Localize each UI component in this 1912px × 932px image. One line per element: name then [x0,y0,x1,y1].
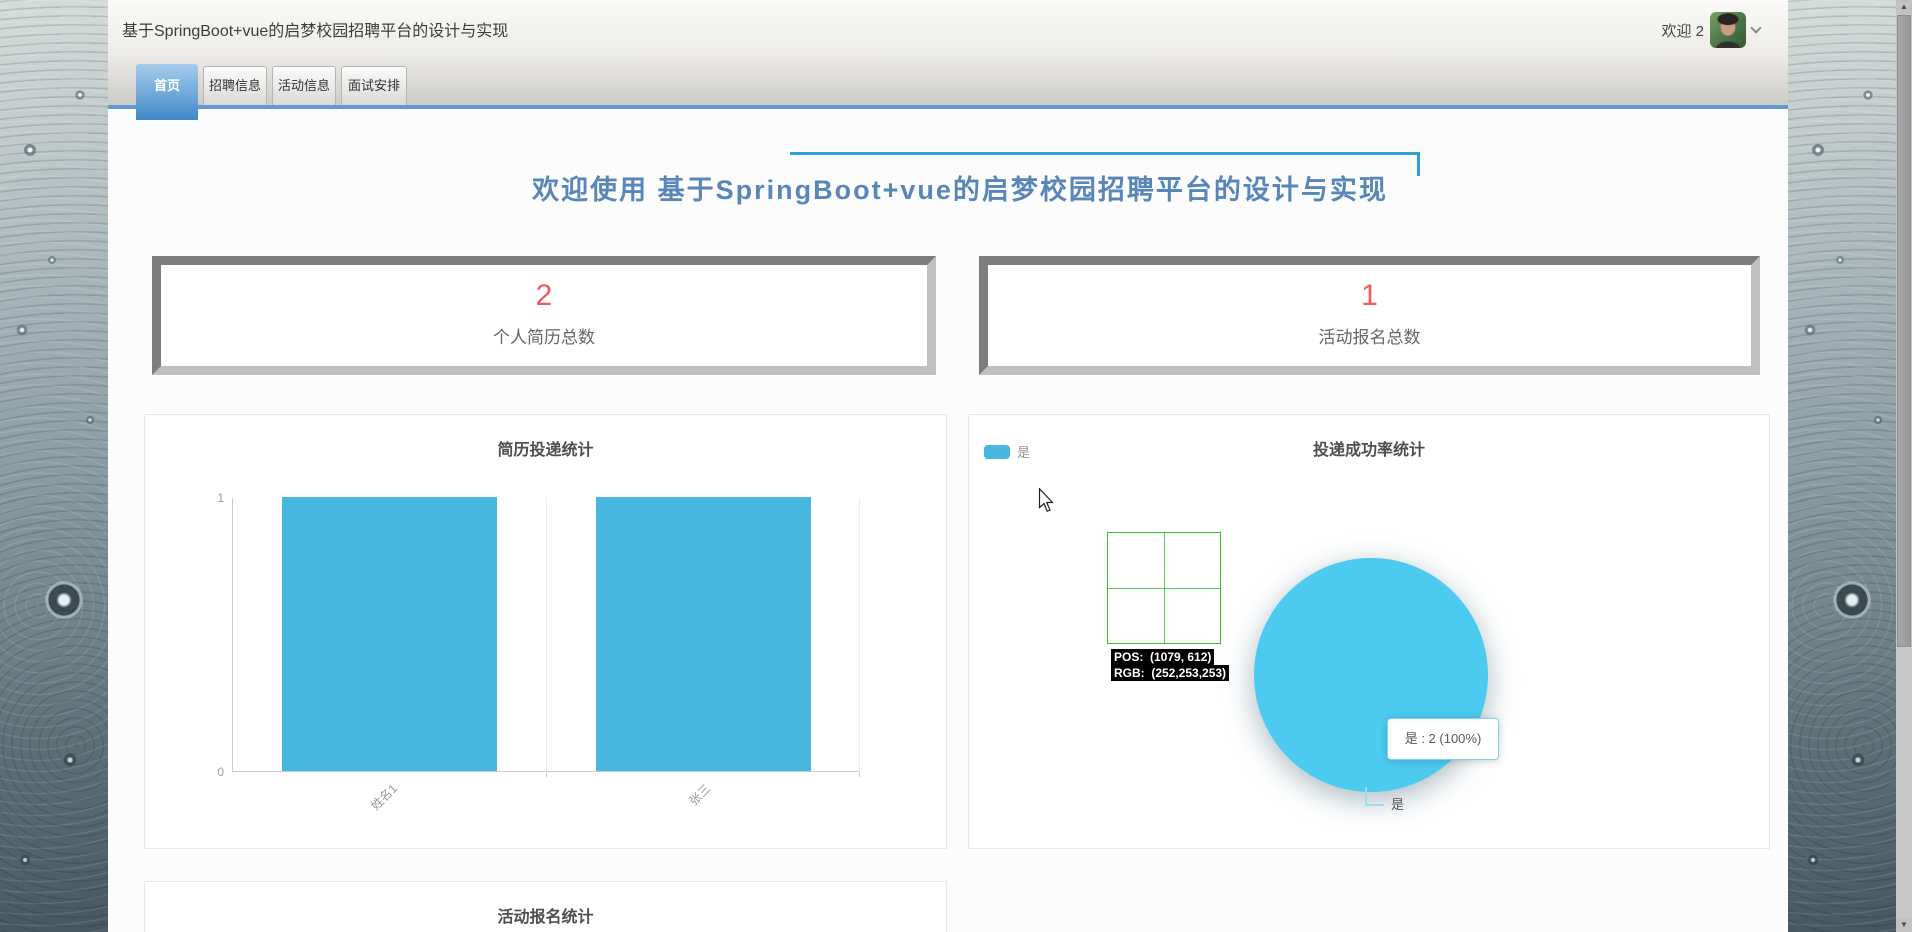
welcome-user-text: 欢迎 2 [1661,22,1704,40]
tab-home[interactable]: 首页 [136,64,198,120]
stat-card-resumes: 2 个人简历总数 [152,256,936,375]
chart-tooltip: 是 : 2 (100%) [1387,718,1499,760]
bar[interactable] [282,497,498,771]
tab-bar: 首页 招聘信息 活动信息 面试安排 [108,56,1788,120]
heading-decoration-line [790,152,1420,155]
x-axis-tick [545,772,547,777]
picker-pos-text: POS: (1079, 612) [1111,649,1215,665]
bar[interactable] [595,497,811,771]
color-picker-magnifier [1107,532,1221,644]
delivery-success-chart-panel: 是 投递成功率统计 是 是 : 2 (100%) [968,414,1770,849]
scrollbar-thumb[interactable] [1897,15,1911,647]
page-header: 基于SpringBoot+vue的启梦校园招聘平台的设计与实现 欢迎 2 [108,0,1788,56]
resume-delivery-chart-panel: 简历投递统计 1 0 姓名1 张三 [144,414,947,849]
pie-label-connector [1365,804,1384,806]
y-axis-tick: 1 [217,491,224,505]
tab-underline [108,105,1788,109]
x-axis-label: 张三 [686,781,714,809]
chart-title: 简历投递统计 [497,442,594,459]
page: 基于SpringBoot+vue的启梦校园招聘平台的设计与实现 欢迎 2 首页 … [108,0,1788,932]
picker-crosshair-horizontal [1108,588,1220,589]
color-picker-readout: POS: (1079, 612) RGB: (252,253,253) [1111,649,1230,681]
stat-label: 个人简历总数 [493,328,595,347]
tab-interview-schedule[interactable]: 面试安排 [341,66,407,105]
scrollbar-down-arrow-icon[interactable]: ▼ [1896,918,1912,932]
scrollbar[interactable]: ▲ ▼ [1896,0,1912,932]
chevron-down-icon[interactable] [1750,22,1762,34]
gridline [859,498,860,772]
page-title: 欢迎使用 基于SpringBoot+vue的启梦校园招聘平台的设计与实现 [532,175,1388,205]
tab-recruit-info[interactable]: 招聘信息 [203,66,267,105]
gridline [545,498,547,772]
x-axis-label: 姓名1 [368,781,401,814]
stat-value: 2 [535,279,553,312]
site-title: 基于SpringBoot+vue的启梦校园招聘平台的设计与实现 [122,23,509,40]
bar-plot: 1 0 姓名1 张三 [217,491,860,813]
picker-rgb-text: RGB: (252,253,253) [1111,665,1230,681]
x-axis-tick [859,772,860,777]
pie-slice-label: 是 [1391,797,1405,812]
avatar[interactable] [1710,12,1746,48]
y-axis-tick: 0 [217,765,224,779]
tab-activity-info[interactable]: 活动信息 [272,66,336,105]
stat-value: 1 [1361,279,1378,312]
chart-title: 活动报名统计 [497,909,594,926]
desktop-wallpaper-right [1788,0,1896,932]
desktop-wallpaper-left [0,0,108,932]
mouse-cursor-icon [1038,488,1054,512]
activity-signup-chart-panel: 活动报名统计 [144,881,947,932]
scrollbar-up-arrow-icon[interactable]: ▲ [1896,0,1912,14]
stat-label: 活动报名总数 [1318,328,1421,347]
stat-card-signups: 1 活动报名总数 [979,256,1760,375]
chart-title: 投递成功率统计 [1312,442,1425,459]
user-menu[interactable]: 欢迎 2 [1661,11,1762,49]
